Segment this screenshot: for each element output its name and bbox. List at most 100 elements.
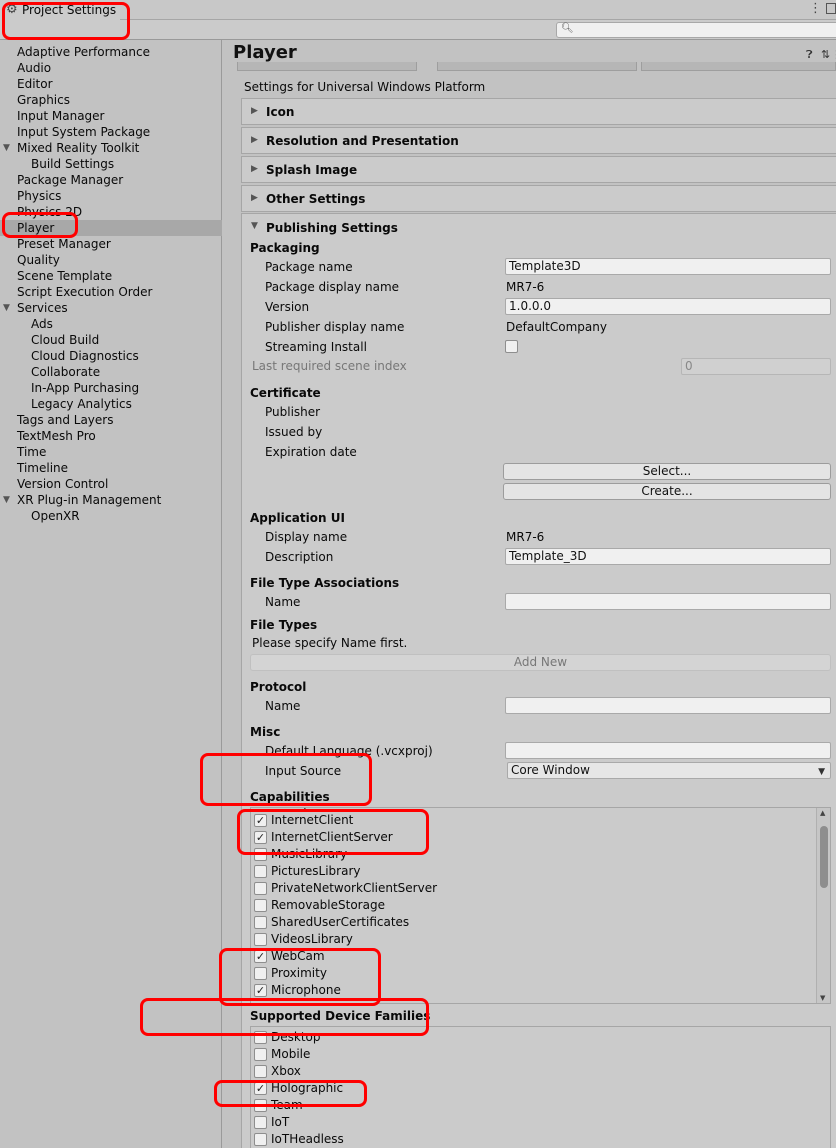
sidebar-item[interactable]: Adaptive Performance bbox=[0, 44, 222, 60]
list-item[interactable]: SharedUserCertificates bbox=[251, 914, 830, 931]
chevron-down-icon[interactable]: ▼ bbox=[3, 140, 10, 156]
kebab-icon[interactable]: ⋮ bbox=[809, 1, 822, 16]
chevron-down-icon[interactable]: ▼ bbox=[251, 221, 258, 231]
sidebar-item[interactable]: Preset Manager bbox=[0, 236, 222, 252]
chevron-down-icon[interactable]: ▼ bbox=[3, 492, 10, 508]
checkbox[interactable] bbox=[254, 933, 267, 946]
tab-standalone[interactable] bbox=[237, 62, 417, 71]
list-item[interactable]: Proximity bbox=[251, 965, 830, 982]
checkbox[interactable] bbox=[254, 1048, 267, 1061]
list-item[interactable]: ✓ Holographic bbox=[251, 1080, 830, 1097]
sidebar-item[interactable]: OpenXR bbox=[0, 508, 222, 524]
sidebar-item[interactable]: Tags and Layers bbox=[0, 412, 222, 428]
sidebar-item[interactable]: TextMesh Pro bbox=[0, 428, 222, 444]
sidebar-item[interactable]: ▼ Mixed Reality Toolkit bbox=[0, 140, 222, 156]
search-field[interactable]: 🔍︎ bbox=[556, 22, 836, 38]
scrollbar-thumb[interactable] bbox=[820, 826, 828, 888]
checkbox[interactable] bbox=[254, 916, 267, 929]
help-icon[interactable]: ❓︎ bbox=[806, 48, 813, 62]
description-field[interactable]: Template_3D bbox=[505, 548, 831, 565]
sidebar-item[interactable]: Input Manager bbox=[0, 108, 222, 124]
list-item[interactable]: IoTHeadless bbox=[251, 1131, 830, 1148]
scroll-up-icon[interactable]: ▲ bbox=[820, 809, 825, 817]
tab-android[interactable] bbox=[641, 62, 836, 71]
preset-icon[interactable]: ⇅ bbox=[821, 48, 830, 61]
sidebar-item[interactable]: Input System Package bbox=[0, 124, 222, 140]
list-item[interactable]: MusicLibrary bbox=[251, 846, 830, 863]
checkbox[interactable]: ✓ bbox=[254, 950, 267, 963]
select-certificate-button[interactable]: Select... bbox=[503, 463, 831, 480]
sidebar-item[interactable]: Legacy Analytics bbox=[0, 396, 222, 412]
sidebar-item[interactable]: Scene Template bbox=[0, 268, 222, 284]
list-item[interactable]: ✓ InternetClientServer bbox=[251, 829, 830, 846]
chevron-down-icon[interactable]: ▼ bbox=[3, 300, 10, 316]
list-item[interactable]: ✓ InternetClient bbox=[251, 812, 830, 829]
list-item[interactable]: ✓ WebCam bbox=[251, 948, 830, 965]
sidebar-item[interactable]: Editor bbox=[0, 76, 222, 92]
checkbox[interactable] bbox=[254, 865, 267, 878]
sidebar-item[interactable]: ▼ Services bbox=[0, 300, 222, 316]
search-input[interactable] bbox=[573, 24, 833, 36]
list-item[interactable]: IoT bbox=[251, 1114, 830, 1131]
sidebar-item[interactable]: Physics 2D bbox=[0, 204, 222, 220]
checkbox[interactable]: ✓ bbox=[254, 984, 267, 997]
sidebar-item[interactable]: Quality bbox=[0, 252, 222, 268]
device-families-list[interactable]: Desktop Mobile Xbox ✓ Holographic Team IoT IoTH… bbox=[250, 1026, 831, 1148]
foldout-other-settings[interactable]: ▶ Other Settings bbox=[241, 185, 836, 212]
sidebar-item[interactable]: Time bbox=[0, 444, 222, 460]
foldout-icon[interactable]: ▶ Icon bbox=[241, 98, 836, 125]
sidebar-item[interactable]: ▼ XR Plug-in Management bbox=[0, 492, 222, 508]
checkbox[interactable] bbox=[254, 1099, 267, 1112]
streaming-install-checkbox[interactable] bbox=[505, 340, 518, 353]
sidebar-item[interactable]: Physics bbox=[0, 188, 222, 204]
default-language-field[interactable] bbox=[505, 742, 831, 759]
checkbox[interactable] bbox=[254, 1133, 267, 1146]
list-item[interactable]: Mobile bbox=[251, 1046, 830, 1063]
foldout-splash[interactable]: ▶ Splash Image bbox=[241, 156, 836, 183]
sidebar-item[interactable]: Audio bbox=[0, 60, 222, 76]
list-item[interactable]: PicturesLibrary bbox=[251, 863, 830, 880]
sidebar-item[interactable]: Ads bbox=[0, 316, 222, 332]
input-source-dropdown[interactable]: Core Window ▼ bbox=[507, 762, 831, 779]
tab-uwp[interactable] bbox=[437, 62, 637, 71]
list-item[interactable]: PrivateNetworkClientServer bbox=[251, 880, 830, 897]
sidebar-item[interactable]: Package Manager bbox=[0, 172, 222, 188]
list-item[interactable]: ✓ Microphone bbox=[251, 982, 830, 999]
checkbox[interactable]: ✓ bbox=[254, 814, 267, 827]
foldout-publishing[interactable]: Publishing Settings bbox=[266, 221, 398, 235]
protocol-name-field[interactable] bbox=[505, 697, 831, 714]
add-new-button[interactable]: Add New bbox=[250, 654, 831, 671]
scroll-down-icon[interactable]: ▼ bbox=[820, 994, 825, 1002]
create-certificate-button[interactable]: Create... bbox=[503, 483, 831, 500]
checkbox[interactable] bbox=[254, 1031, 267, 1044]
checkbox[interactable] bbox=[254, 1065, 267, 1078]
list-item[interactable]: Team bbox=[251, 1097, 830, 1114]
list-item[interactable]: RemovableStorage bbox=[251, 897, 830, 914]
capabilities-list[interactable]: EnterpriseAuthentication✓InternetClient✓… bbox=[250, 807, 831, 1004]
capabilities-scrollbar[interactable]: ▲ ▼ bbox=[816, 808, 830, 1003]
sidebar-item[interactable]: Graphics bbox=[0, 92, 222, 108]
list-item[interactable]: Xbox bbox=[251, 1063, 830, 1080]
maximize-icon[interactable] bbox=[826, 3, 836, 14]
sidebar-item[interactable]: Script Execution Order bbox=[0, 284, 222, 300]
checkbox[interactable]: ✓ bbox=[254, 831, 267, 844]
sidebar-item[interactable]: Version Control bbox=[0, 476, 222, 492]
checkbox[interactable] bbox=[254, 848, 267, 861]
package-name-field[interactable]: Template3D bbox=[505, 258, 831, 275]
checkbox[interactable]: ✓ bbox=[254, 1082, 267, 1095]
sidebar-item[interactable]: Cloud Build bbox=[0, 332, 222, 348]
fta-name-field[interactable] bbox=[505, 593, 831, 610]
version-field[interactable]: 1.0.0.0 bbox=[505, 298, 831, 315]
checkbox[interactable] bbox=[254, 882, 267, 895]
checkbox[interactable] bbox=[254, 967, 267, 980]
sidebar-item[interactable]: Build Settings bbox=[0, 156, 222, 172]
sidebar-item[interactable]: Collaborate bbox=[0, 364, 222, 380]
sidebar-item[interactable]: Player bbox=[0, 220, 222, 236]
sidebar-item[interactable]: Cloud Diagnostics bbox=[0, 348, 222, 364]
list-item[interactable]: Desktop bbox=[251, 1029, 830, 1046]
checkbox[interactable] bbox=[254, 1116, 267, 1129]
last-scene-field[interactable]: 0 bbox=[681, 358, 831, 375]
foldout-resolution[interactable]: ▶ Resolution and Presentation bbox=[241, 127, 836, 154]
checkbox[interactable] bbox=[254, 899, 267, 912]
sidebar-item[interactable]: Timeline bbox=[0, 460, 222, 476]
